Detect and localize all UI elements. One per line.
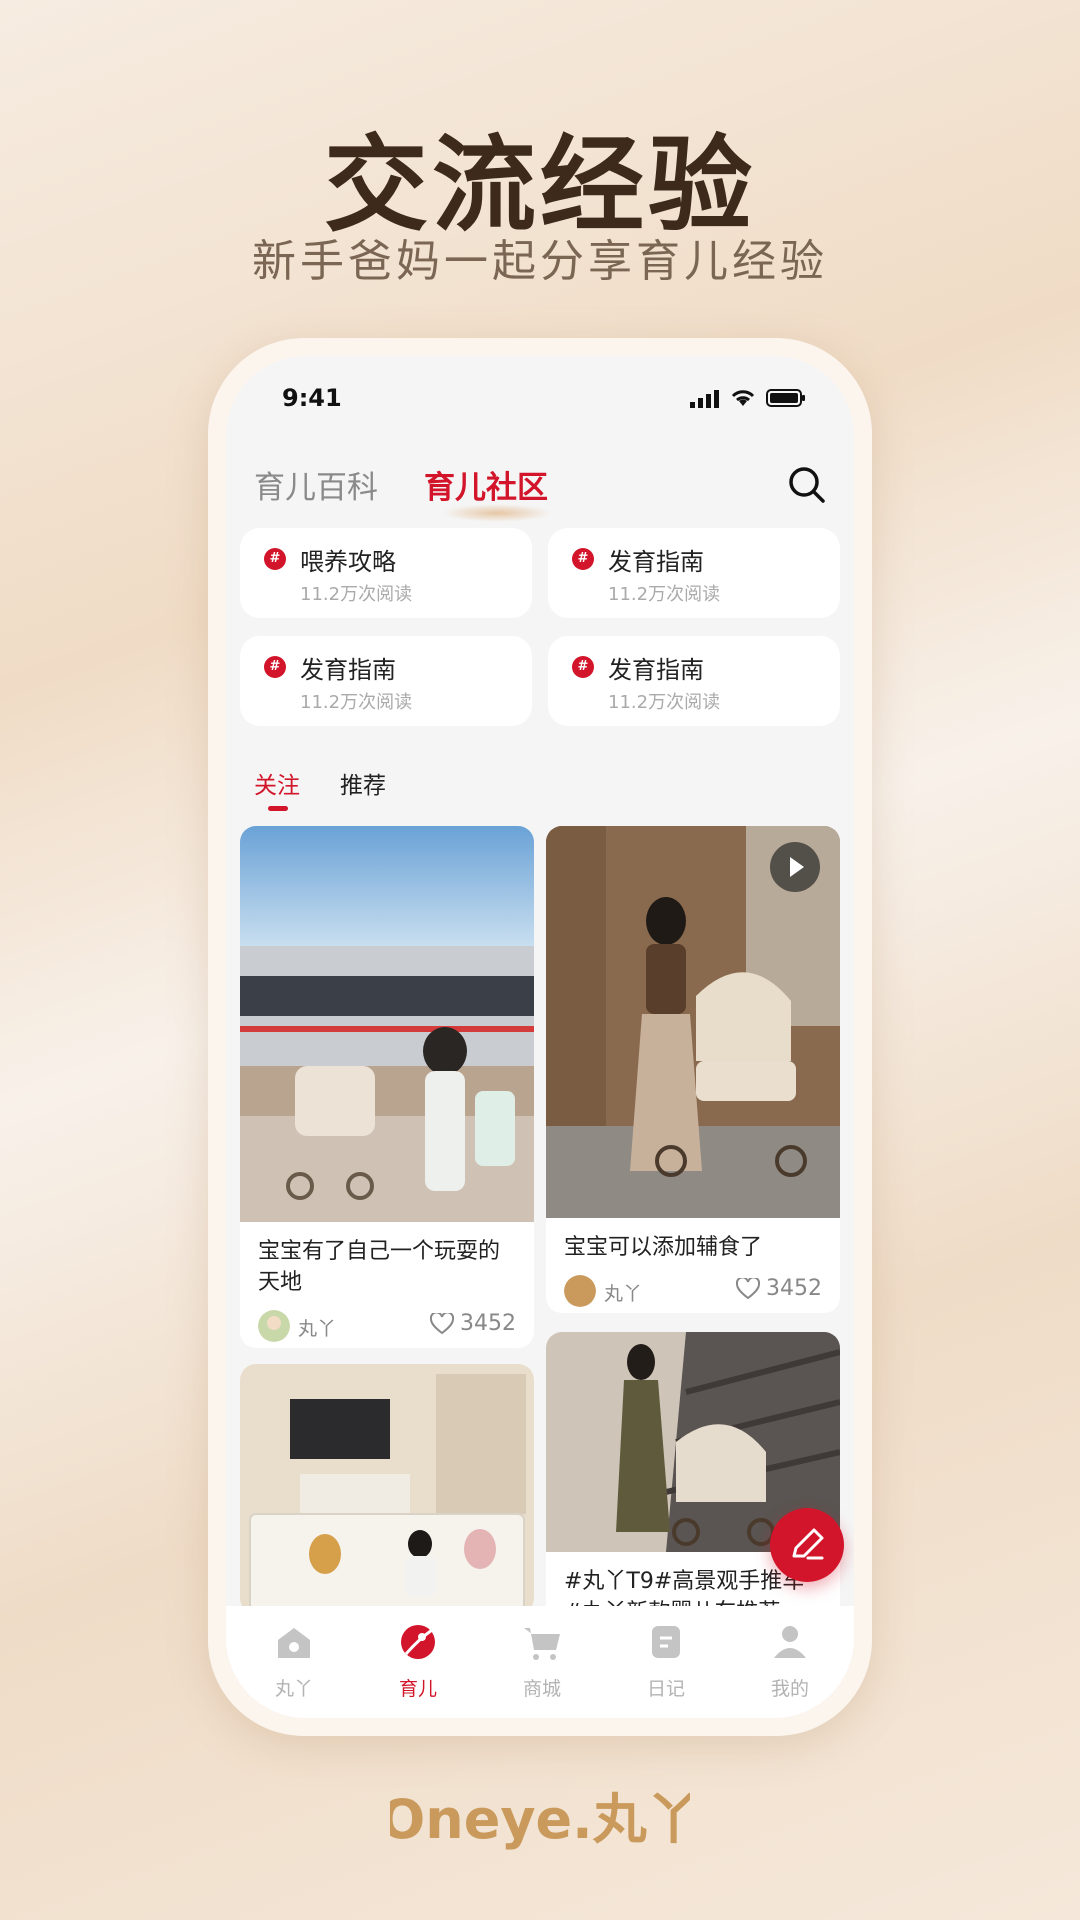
topic-title: 发育指南: [608, 656, 704, 684]
tab-recommend[interactable]: 推荐: [340, 766, 386, 800]
like-button[interactable]: 3452: [736, 1276, 822, 1301]
topic-card[interactable]: # 发育指南 11.2万次阅读: [548, 636, 840, 726]
topic-reads: 11.2万次阅读: [300, 692, 413, 713]
heart-icon: [430, 1312, 454, 1334]
tab-label: 丸丫: [274, 1678, 313, 1700]
hashtag-icon: #: [264, 548, 286, 570]
post-card[interactable]: 宝宝可以添加辅食了 丸丫 3452: [546, 826, 840, 1313]
edit-icon: [792, 1528, 824, 1560]
bottom-tab-bar: 丸丫 育儿 商城 日记 我的: [226, 1606, 854, 1718]
tab-mall[interactable]: 商城: [502, 1620, 582, 1701]
tab-profile[interactable]: 我的: [750, 1620, 830, 1701]
tab-parenting-wiki[interactable]: 育儿百科: [254, 462, 378, 507]
hashtag-icon: #: [264, 656, 286, 678]
profile-icon: [774, 1626, 806, 1658]
tab-diary[interactable]: 日记: [626, 1620, 706, 1701]
search-icon[interactable]: [784, 462, 828, 506]
topic-title: 发育指南: [608, 548, 704, 576]
tab-follow[interactable]: 关注: [254, 766, 300, 800]
home-icon: [278, 1628, 310, 1658]
topic-reads: 11.2万次阅读: [608, 584, 721, 605]
tab-label: 日记: [646, 1678, 685, 1700]
post-author: 丸丫: [604, 1283, 643, 1305]
like-button[interactable]: 3452: [430, 1311, 516, 1336]
diary-icon: [652, 1626, 680, 1658]
tab-label: 育儿: [398, 1678, 437, 1700]
brand-logo: Oneye.丸丫: [0, 1786, 1080, 1860]
tab-label: 商城: [522, 1678, 561, 1700]
topic-reads: 11.2万次阅读: [300, 584, 413, 605]
post-title: 宝宝可以添加辅食了: [564, 1235, 763, 1260]
post-author: 丸丫: [298, 1318, 337, 1340]
topic-reads: 11.2万次阅读: [608, 692, 721, 713]
topic-card[interactable]: # 发育指南 11.2万次阅读: [240, 636, 532, 726]
top-nav: 育儿百科 育儿社区: [226, 456, 854, 526]
feed-tab-indicator: [268, 806, 288, 811]
post-feed: 宝宝有了自己一个玩耍的天地 丸丫 3452 宝宝可以添加辅食了 丸丫 3452 …: [240, 826, 840, 1606]
battery-icon: [766, 389, 805, 407]
topic-title: 发育指南: [300, 656, 396, 684]
hashtag-icon: #: [572, 656, 594, 678]
post-title: 宝宝有了自己一个玩耍的天地: [258, 1239, 501, 1295]
hashtag-icon: #: [572, 548, 594, 570]
post-card[interactable]: [240, 1364, 534, 1606]
heart-icon: [736, 1277, 760, 1299]
tab-label: 我的: [770, 1678, 809, 1700]
wifi-icon: [731, 390, 755, 406]
avatar: [258, 1310, 290, 1342]
hero-subtitle: 新手爸妈一起分享育儿经验: [252, 236, 828, 287]
topic-card[interactable]: # 发育指南 11.2万次阅读: [548, 528, 840, 618]
tab-parenting-community[interactable]: 育儿社区: [424, 462, 548, 507]
cart-icon: [524, 1628, 560, 1660]
post-image-train-station: [240, 826, 534, 1222]
topic-card[interactable]: # 喂养攻略 11.2万次阅读: [240, 528, 532, 618]
brand-avatar: [564, 1275, 596, 1307]
post-image-playpen: [240, 1364, 534, 1606]
compose-button[interactable]: [770, 1508, 844, 1582]
tab-parenting[interactable]: 育儿: [378, 1620, 458, 1701]
signal-icon: [690, 390, 719, 408]
post-image-stroller-lobby: [546, 826, 840, 1218]
play-icon[interactable]: [770, 842, 820, 892]
tab-home[interactable]: 丸丫: [254, 1620, 334, 1701]
parenting-icon: [401, 1625, 435, 1659]
post-card[interactable]: 宝宝有了自己一个玩耍的天地 丸丫 3452: [240, 826, 534, 1348]
topic-title: 喂养攻略: [300, 548, 396, 576]
like-count: 3452: [460, 1311, 516, 1336]
like-count: 3452: [766, 1276, 822, 1301]
phone-screen: 9:41 育儿百科 育儿社区 # 喂养攻略 11.2万次阅读 # 发育指南 11…: [226, 356, 854, 1718]
status-bar: 9:41: [226, 356, 854, 444]
brand-text: Oneye.丸丫: [390, 1788, 690, 1851]
status-time: 9:41: [282, 384, 342, 412]
